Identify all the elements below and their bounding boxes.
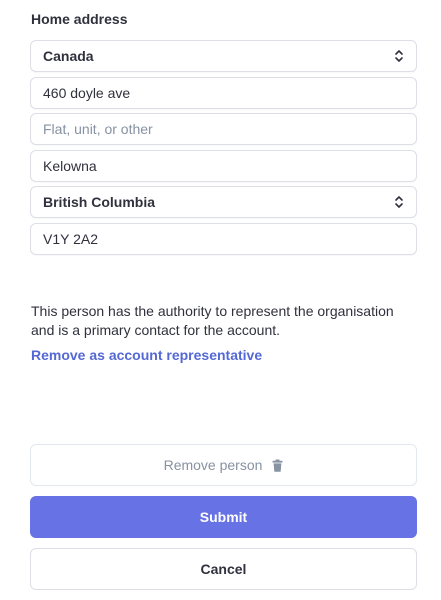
country-select[interactable]: Canada xyxy=(30,40,417,72)
representative-description: This person has the authority to represe… xyxy=(31,303,394,338)
province-select[interactable]: British Columbia xyxy=(30,186,417,218)
remove-representative-link[interactable]: Remove as account representative xyxy=(31,347,262,363)
chevron-up-down-icon xyxy=(394,49,404,63)
remove-person-button[interactable]: Remove person xyxy=(30,444,417,486)
address-line1-value: 460 doyle ave xyxy=(43,85,131,101)
postal-code-value: V1Y 2A2 xyxy=(43,231,99,247)
chevron-up-down-icon xyxy=(394,195,404,209)
submit-button[interactable]: Submit xyxy=(30,496,417,538)
cancel-button[interactable]: Cancel xyxy=(30,548,417,590)
city-value: Kelowna xyxy=(43,158,97,174)
address-line2-placeholder: Flat, unit, or other xyxy=(43,121,153,137)
city-field[interactable]: Kelowna xyxy=(30,150,417,182)
province-value: British Columbia xyxy=(43,194,156,210)
country-value: Canada xyxy=(43,48,94,64)
address-line2-field[interactable]: Flat, unit, or other xyxy=(30,113,417,145)
postal-code-field[interactable]: V1Y 2A2 xyxy=(30,223,417,255)
person-form: Home address Canada 460 doyle ave Flat, … xyxy=(0,0,441,600)
remove-person-label: Remove person xyxy=(163,457,263,473)
trash-icon xyxy=(272,459,283,472)
home-address-label: Home address xyxy=(31,11,128,27)
address-line1-field[interactable]: 460 doyle ave xyxy=(30,77,417,109)
